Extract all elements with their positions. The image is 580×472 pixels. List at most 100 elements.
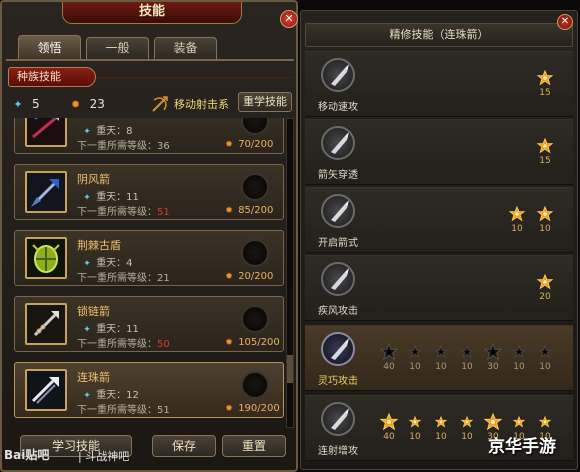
skill-slot-orb[interactable] xyxy=(241,371,269,399)
race-skill-divider xyxy=(96,77,292,78)
node-shape xyxy=(379,342,399,361)
skill-row[interactable]: 荆棘古盾 ✦ 重天：4 下一重所需等级：21 ✹ 20/200 xyxy=(14,230,284,286)
skill-requirement: 下一重所需等级：51 xyxy=(77,207,170,218)
skill-row-selected[interactable]: 连珠箭 ✦ 重天：12 下一重所需等级：51 ✹ 190/200 xyxy=(14,362,284,418)
node-shape xyxy=(407,344,423,360)
node-shape xyxy=(459,344,475,360)
locked-node-icon[interactable]: 40 xyxy=(379,342,399,372)
locked-node-icon[interactable]: 10 xyxy=(407,344,423,372)
refine-skill-name: 开启箭式 xyxy=(318,238,358,249)
node-shape xyxy=(379,412,399,431)
node-shape xyxy=(508,205,526,222)
scroll-thumb[interactable] xyxy=(287,355,293,383)
skill-exp: ✹ 85/200 xyxy=(225,205,274,216)
skill-row[interactable]: 锁链箭 ✦ 重天：11 下一重所需等级：50 ✹ 105/200 xyxy=(14,296,284,352)
skill-list: ✦ 重天：8 下一重所需等级：36 ✹ 70/200 阴风箭 ✦ 重天：11 下… xyxy=(10,118,284,428)
node-shape xyxy=(511,414,527,430)
baidu-tieba-logo: Bai贴吧 xyxy=(4,448,50,462)
skill-slot-orb[interactable] xyxy=(241,239,269,267)
multi-arrow-icon xyxy=(25,369,67,411)
refine-skill-row[interactable]: 箭矢穿透 15 xyxy=(305,119,573,185)
refine-skill-row[interactable]: 疾风攻击 20 xyxy=(305,255,573,321)
node-cost: 10 xyxy=(409,362,421,372)
locked-node-icon[interactable]: 10 xyxy=(511,344,527,372)
locked-node-icon[interactable]: 10 xyxy=(433,344,449,372)
skill-level: ✦ 重天：11 xyxy=(83,192,139,203)
skill-row[interactable]: ✦ 重天：8 下一重所需等级：36 ✹ 70/200 xyxy=(14,118,284,154)
window-title: 技能 xyxy=(62,2,242,24)
tab-bar: 领悟 一般 装备 xyxy=(18,35,217,59)
node-shape xyxy=(407,414,423,430)
arrowhead-icon xyxy=(321,194,355,228)
tab-equipment[interactable]: 装备 xyxy=(154,37,217,59)
skill-requirement: 下一重所需等级：21 xyxy=(77,273,170,284)
skill-slot-orb[interactable] xyxy=(241,173,269,201)
tab-general[interactable]: 一般 xyxy=(86,37,149,59)
locked-node-icon[interactable]: 10 xyxy=(459,344,475,372)
refine-skill-panel: 精修技能（连珠箭） ✕ 移动速攻 15 箭矢穿透 15 开启箭式 10 10 疾风攻击 20 灵巧… xyxy=(300,10,578,470)
refine-skill-row[interactable]: 开启箭式 10 10 xyxy=(305,187,573,253)
star-node-icon[interactable]: 15 xyxy=(536,137,554,166)
node-shape xyxy=(483,412,503,431)
orange-gem-icon: ✹ xyxy=(71,97,81,111)
skill-requirement: 下一重所需等级：36 xyxy=(77,141,170,152)
node-cost: 10 xyxy=(461,362,473,372)
skill-row[interactable]: 阴风箭 ✦ 重天：11 下一重所需等级：51 ✹ 85/200 xyxy=(14,164,284,220)
orange-points: 23 xyxy=(89,97,105,111)
node-cost: 10 xyxy=(409,432,421,442)
node-cost: 40 xyxy=(383,362,395,372)
refine-skill-row[interactable]: 灵巧攻击 40 10 10 10 30 10 10 xyxy=(305,325,573,391)
bow-icon xyxy=(150,94,172,114)
arrowhead-icon xyxy=(321,58,355,92)
race-skill-header: 种族技能 xyxy=(8,67,96,87)
locked-node-icon[interactable]: 30 xyxy=(483,342,503,372)
star-node-icon[interactable]: 10 xyxy=(536,205,554,234)
star-node-icon[interactable]: 10 xyxy=(433,414,449,442)
node-cost: 10 xyxy=(539,224,551,234)
refine-skill-row[interactable]: 移动速攻 15 xyxy=(305,51,573,117)
skill-exp: ✹ 190/200 xyxy=(225,403,280,414)
arrowhead-icon xyxy=(321,402,355,436)
node-shape xyxy=(511,344,527,360)
node-cost: 10 xyxy=(461,432,473,442)
skill-window: 技能 领悟 一般 装备 种族技能 ✦ 5 ✹ 23 移动射击系 重学技能 ✦ 重… xyxy=(0,0,298,472)
reset-button[interactable]: 重置 xyxy=(222,435,286,457)
node-cost: 40 xyxy=(383,432,395,442)
star-node-icon[interactable]: 10 xyxy=(508,205,526,234)
node-shape xyxy=(537,414,553,430)
star-node-icon[interactable]: 15 xyxy=(536,69,554,98)
refine-skill-name: 连射增攻 xyxy=(318,446,358,457)
node-cost: 10 xyxy=(435,362,447,372)
locked-node-icon[interactable]: 10 xyxy=(537,344,553,372)
arrowhead-icon xyxy=(321,332,355,366)
forum-name: | 斗战神吧 xyxy=(78,450,130,463)
skill-list-scrollbar[interactable] xyxy=(286,118,294,428)
node-shape xyxy=(433,344,449,360)
blue-gem-icon: ✦ xyxy=(13,97,23,111)
star-node-icon[interactable]: 20 xyxy=(536,273,554,302)
star-node-icon[interactable]: 40 xyxy=(379,412,399,442)
skill-series-label: 移动射击系 xyxy=(174,98,229,111)
node-shape xyxy=(537,344,553,360)
chain-arrow-icon xyxy=(25,303,67,345)
relearn-skills-button[interactable]: 重学技能 xyxy=(238,92,292,112)
skill-name: 荆棘古盾 xyxy=(77,239,121,252)
skill-slot-orb[interactable] xyxy=(241,305,269,333)
tab-comprehend[interactable]: 领悟 xyxy=(18,35,81,59)
skill-slot-orb[interactable] xyxy=(241,118,269,135)
node-cost: 10 xyxy=(539,362,551,372)
dark-arrow-icon xyxy=(25,171,67,213)
skill-name: 连珠箭 xyxy=(77,371,110,384)
node-shape xyxy=(536,205,554,222)
close-icon[interactable]: ✕ xyxy=(280,10,298,28)
node-cost: 10 xyxy=(513,362,525,372)
close-icon[interactable]: ✕ xyxy=(557,14,573,30)
save-button[interactable]: 保存 xyxy=(152,435,216,457)
star-node-icon[interactable]: 10 xyxy=(459,414,475,442)
star-node-icon[interactable]: 10 xyxy=(407,414,423,442)
skill-level: ✦ 重天：4 xyxy=(83,258,133,269)
refine-skill-name: 箭矢穿透 xyxy=(318,170,358,181)
skill-exp: ✹ 70/200 xyxy=(225,139,274,150)
node-cost: 15 xyxy=(539,88,551,98)
arrowhead-icon xyxy=(321,262,355,296)
